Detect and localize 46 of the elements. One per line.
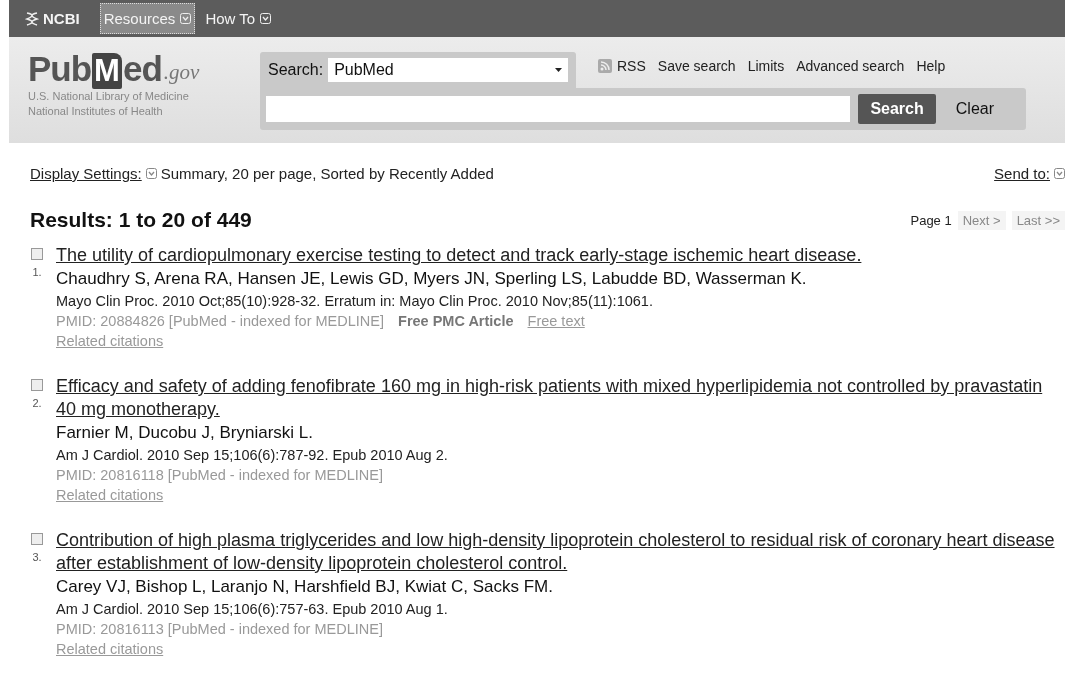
caret-icon: [1054, 168, 1065, 179]
caret-icon: [260, 13, 272, 24]
free-pmc-article-label: Free PMC Article: [398, 312, 514, 331]
result-number: 1.: [32, 266, 42, 278]
header-link[interactable]: Save search: [657, 58, 736, 74]
pubmed-logo[interactable]: PubMed.gov: [28, 49, 260, 89]
results-heading: Results: 1 to 20 of 449: [30, 208, 252, 232]
header-link[interactable]: Help: [916, 58, 946, 74]
citation: Am J Cardiol. 2010 Sep 15;106(6):757-63. Epub 2010 Aug 1.: [56, 600, 449, 619]
display-settings-link[interactable]: Display Settings:: [30, 165, 142, 182]
checkbox[interactable]: [31, 379, 43, 391]
send-to-link[interactable]: Send to:: [994, 165, 1050, 182]
rss-link[interactable]: RSS: [598, 58, 646, 74]
pmid-text: PMID: 20816113 [PubMed - indexed for MEDLINE]: [56, 620, 383, 639]
authors: Farnier M, Ducobu J, Bryniarski L.: [56, 422, 314, 444]
ncbi-logo[interactable]: NCBI: [25, 10, 80, 27]
checkbox[interactable]: [31, 533, 43, 545]
search-label: Search:: [268, 61, 324, 79]
article-title-link[interactable]: The utility of cardiopulmonary exercise testing to detect and track early-stage ischemic heart disease.: [56, 244, 862, 267]
citation: Mayo Clin Proc. 2010 Oct;85(10):928-32. Erratum in: Mayo Clin Proc. 2010 Nov;85(11):1061.: [56, 292, 654, 311]
authors: Chaudhry S, Arena RA, Hansen JE, Lewis GD, Myers JN, Sperling LS, Labudde BD, Wasserman K.: [56, 268, 808, 290]
article-title-link[interactable]: Contribution of high plasma triglycerides and low high-density lipoprotein cholesterol to residual risk of coronary heart disease after establishment of low-density lipoprotein cholesterol control.: [56, 529, 1056, 575]
agency-name: U.S. National Library of Medicine: [28, 89, 190, 104]
citation: Am J Cardiol. 2010 Sep 15;106(6):787-92. Epub 2010 Aug 2.: [56, 446, 449, 465]
page-number: Page 1: [910, 212, 952, 228]
pmid-text: PMID: 20884826 [PubMed - indexed for MEDLINE]: [56, 312, 385, 331]
article-title-link[interactable]: Efficacy and safety of adding fenofibrate 160 mg in high-risk patients with mixed hyperlipidemia not controlled by pravastatin 40 mg monotherapy.: [56, 375, 1056, 421]
clear-button[interactable]: Clear: [943, 94, 1006, 124]
header-link[interactable]: Limits: [747, 58, 785, 74]
caret-icon: [180, 13, 192, 24]
search-button[interactable]: Search: [858, 94, 936, 124]
rss-icon: [598, 59, 612, 73]
result-number: 3.: [32, 551, 42, 563]
menu-button[interactable]: How To: [201, 3, 276, 34]
helix-icon: [25, 10, 39, 27]
header-link[interactable]: Advanced search: [796, 58, 905, 74]
caret-icon: [145, 168, 157, 179]
authors: Carey VJ, Bishop L, Laranjo N, Harshfield BJ, Kwiat C, Sacks FM.: [56, 576, 554, 598]
checkbox[interactable]: [31, 248, 43, 260]
result-number: 2.: [32, 397, 42, 409]
dropdown-arrow-icon: [555, 68, 562, 72]
search-input[interactable]: [266, 96, 851, 122]
database-dropdown[interactable]: PubMed: [328, 58, 568, 82]
display-settings-value: Summary, 20 per page, Sorted by Recently Added: [160, 165, 494, 182]
pmid-text: PMID: 20816118 [PubMed - indexed for MEDLINE]: [56, 466, 383, 485]
agency-name: National Institutes of Health: [28, 104, 164, 119]
